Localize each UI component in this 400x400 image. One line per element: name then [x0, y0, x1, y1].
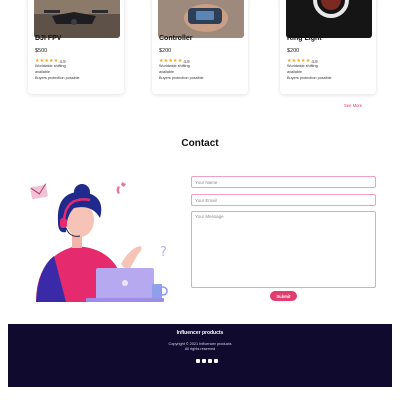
availability-text: available	[159, 70, 174, 74]
protection-text: Buyers protection possible	[35, 76, 80, 80]
availability-text: available	[287, 70, 302, 74]
rating-value: 4.9	[59, 58, 66, 64]
product-name: DJI FPV	[35, 35, 62, 42]
svg-text:?: ?	[160, 245, 167, 260]
product-price: $500	[35, 48, 48, 54]
product-image-controller[interactable]	[158, 0, 244, 38]
rating-value: 4.9	[311, 58, 318, 64]
facebook-icon[interactable]	[196, 359, 200, 363]
product-image-ring-light[interactable]	[286, 0, 372, 38]
shipping-text: Worldwide shifting	[159, 64, 190, 68]
product-price: $200	[287, 48, 300, 54]
social-links	[196, 359, 218, 363]
instagram-icon[interactable]	[202, 359, 206, 363]
product-price: $200	[159, 48, 172, 54]
contact-heading: Contact	[181, 138, 219, 149]
mug-icon	[152, 284, 168, 298]
phone-icon	[116, 182, 126, 194]
protection-text: Buyers protection possible	[287, 76, 332, 80]
product-card[interactable]: Ring Light $200 ★★★★★ 4.9 Worldwide shif…	[280, 0, 376, 94]
support-agent-illustration: ?	[26, 176, 176, 304]
product-card[interactable]: Controller $200 ★★★★★ 4.9 Worldwide shif…	[152, 0, 248, 94]
availability-text: available	[35, 70, 50, 74]
shipping-text: Worldwide shifting	[35, 64, 66, 68]
product-name: Ring Light	[287, 35, 322, 42]
message-textarea[interactable]	[191, 211, 376, 288]
protection-text: Buyers protection possible	[159, 76, 204, 80]
email-input[interactable]	[191, 194, 376, 206]
footer-brand: Influencer products	[176, 330, 224, 336]
youtube-icon[interactable]	[208, 359, 212, 363]
product-grid: DJI FPV $500 ★★★★★ 4.9 Worldwide shiftin…	[22, 0, 378, 96]
product-image-drone[interactable]	[34, 0, 120, 38]
site-footer: Influencer products Copyright © 2021 Inf…	[8, 324, 392, 387]
product-name: Controller	[159, 35, 193, 42]
footer-copyright: Copyright © 2021 Influencer products All…	[8, 342, 392, 352]
twitter-icon[interactable]	[214, 359, 218, 363]
product-card[interactable]: DJI FPV $500 ★★★★★ 4.9 Worldwide shiftin…	[28, 0, 124, 94]
see-more-link[interactable]: See More	[344, 103, 362, 108]
submit-button[interactable]: Submit	[270, 291, 297, 301]
shipping-text: Worldwide shifting	[287, 64, 318, 68]
name-input[interactable]	[191, 176, 376, 188]
rights-text: All rights reserved	[184, 347, 216, 351]
rating-value: 4.9	[183, 58, 190, 64]
envelope-icon	[30, 183, 48, 200]
